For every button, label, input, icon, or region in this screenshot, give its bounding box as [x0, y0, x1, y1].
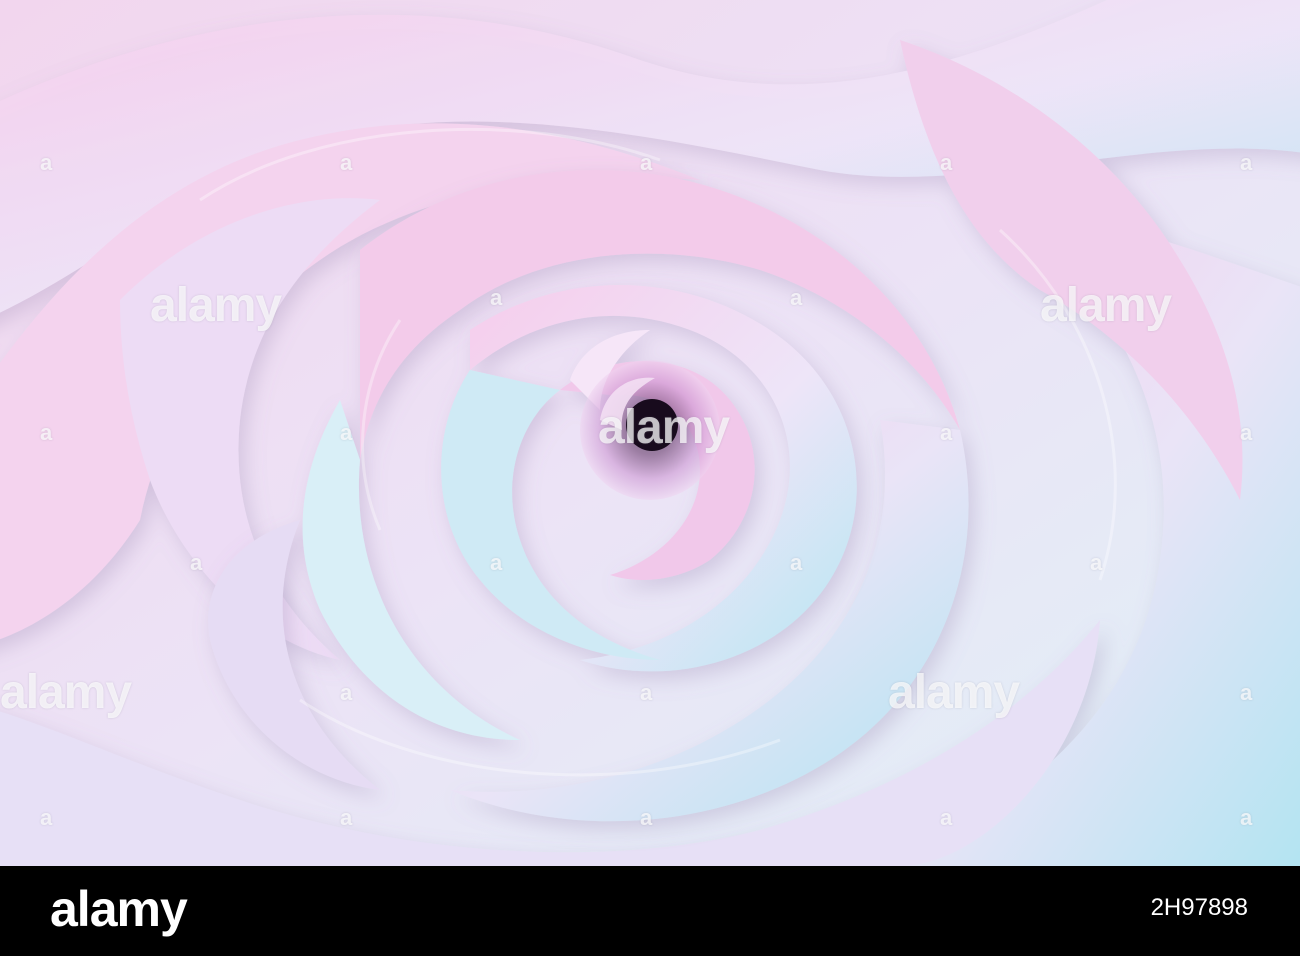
watermark-mark: a — [40, 150, 53, 175]
watermark-mark: a — [640, 680, 653, 705]
watermark-mark: a — [340, 805, 353, 830]
watermark-text: alamy — [598, 401, 730, 454]
watermark-mark: a — [640, 150, 653, 175]
brand-logo: alamy — [50, 881, 188, 937]
watermark-mark: a — [1240, 420, 1253, 445]
watermark-mark: a — [640, 805, 653, 830]
image-id-label: 2H97898 — [1150, 894, 1248, 921]
watermark-mark: a — [790, 550, 803, 575]
watermark-mark: a — [40, 805, 53, 830]
watermark-text: alamy — [888, 666, 1020, 719]
watermark-mark: a — [940, 805, 953, 830]
watermark-mark: a — [1240, 150, 1253, 175]
watermark-mark: a — [790, 285, 803, 310]
watermark-text: alamy — [1040, 279, 1172, 332]
watermark-mark: a — [40, 420, 53, 445]
abstract-swirl-photo: alamy alamy alamy alamy alamy a a a a a … — [0, 0, 1300, 866]
watermark-mark: a — [490, 550, 503, 575]
watermark-mark: a — [1090, 550, 1103, 575]
watermark-mark: a — [940, 420, 953, 445]
footer-bar: alamy 2H97898 — [0, 866, 1300, 956]
watermark-mark: a — [1240, 680, 1253, 705]
watermark-mark: a — [190, 550, 203, 575]
watermark-mark: a — [1240, 805, 1253, 830]
watermark-mark: a — [490, 285, 503, 310]
watermark-text: alamy — [150, 279, 282, 332]
watermark-mark: a — [340, 150, 353, 175]
watermark-mark: a — [340, 680, 353, 705]
stock-photo-page: alamy alamy alamy alamy alamy a a a a a … — [0, 0, 1300, 956]
watermark-mark: a — [940, 150, 953, 175]
watermark-mark: a — [340, 420, 353, 445]
watermark-text: alamy — [0, 666, 132, 719]
